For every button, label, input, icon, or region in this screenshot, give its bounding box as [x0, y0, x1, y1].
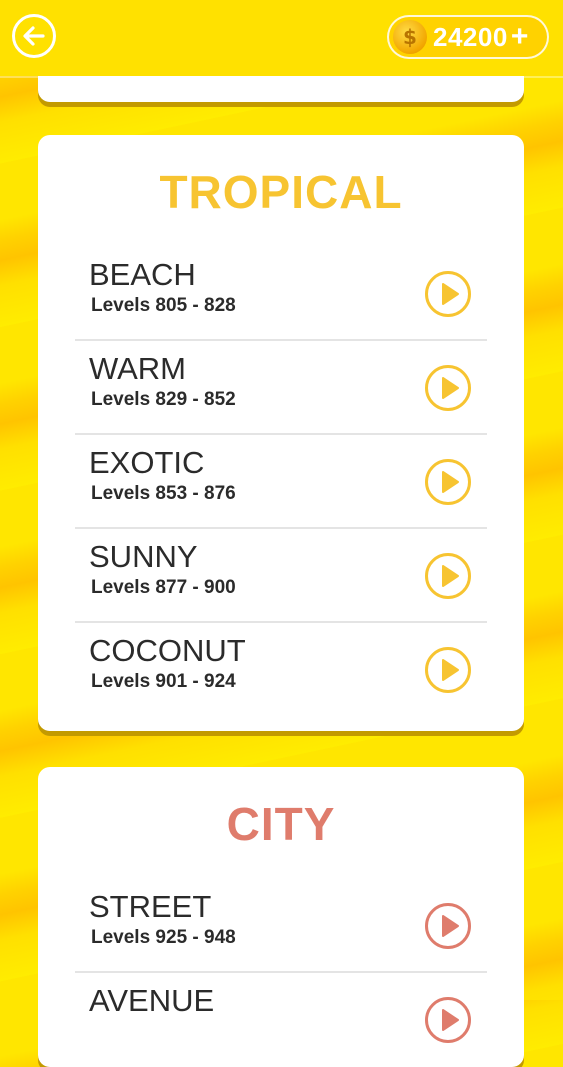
item-name: BEACH	[89, 257, 196, 292]
section-title: TROPICAL	[159, 166, 403, 218]
section-title: CITY	[226, 798, 336, 850]
item-levels: Levels 829 - 852	[91, 389, 236, 410]
item-levels: Levels 925 - 948	[91, 927, 236, 948]
item-name: SUNNY	[89, 539, 198, 574]
back-arrow-icon	[23, 26, 45, 46]
list-item-warm[interactable]: WARM Levels 829 - 852	[75, 341, 487, 434]
coin-balance[interactable]: $ 24200 +	[387, 15, 549, 59]
item-name: COCONUT	[89, 633, 246, 668]
list-item-beach[interactable]: BEACH Levels 805 - 828	[75, 247, 487, 340]
play-icon[interactable]	[425, 459, 471, 505]
back-button[interactable]	[12, 14, 56, 58]
item-levels: Levels 853 - 876	[91, 483, 236, 504]
item-levels: Levels 877 - 900	[91, 577, 236, 598]
play-icon[interactable]	[425, 271, 471, 317]
coin-amount: 24200	[433, 21, 508, 52]
coin-icon: $	[393, 20, 427, 54]
list-item-coconut[interactable]: COCONUT Levels 901 - 924	[75, 623, 487, 716]
play-icon[interactable]	[425, 365, 471, 411]
section-card-city: CITY STREET Levels 925 - 948 AVENUE	[38, 767, 524, 1067]
add-coins-button[interactable]: +	[511, 22, 529, 52]
item-name: STREET	[89, 889, 212, 924]
item-levels: Levels 901 - 924	[91, 671, 236, 692]
item-name: WARM	[89, 351, 186, 386]
play-icon[interactable]	[425, 647, 471, 693]
item-name: AVENUE	[89, 983, 215, 1018]
list-item-avenue[interactable]: AVENUE	[75, 973, 487, 1066]
list-item-sunny[interactable]: SUNNY Levels 877 - 900	[75, 529, 487, 622]
item-levels: Levels 805 - 828	[91, 295, 236, 316]
play-icon[interactable]	[425, 997, 471, 1043]
play-icon[interactable]	[425, 553, 471, 599]
item-name: EXOTIC	[89, 445, 205, 480]
section-card-tropical: TROPICAL BEACH Levels 805 - 828 WARM Lev…	[38, 135, 524, 731]
list-item-street[interactable]: STREET Levels 925 - 948	[75, 879, 487, 972]
top-bar: $ 24200 +	[0, 0, 563, 76]
play-icon[interactable]	[425, 903, 471, 949]
list-item-exotic[interactable]: EXOTIC Levels 853 - 876	[75, 435, 487, 528]
